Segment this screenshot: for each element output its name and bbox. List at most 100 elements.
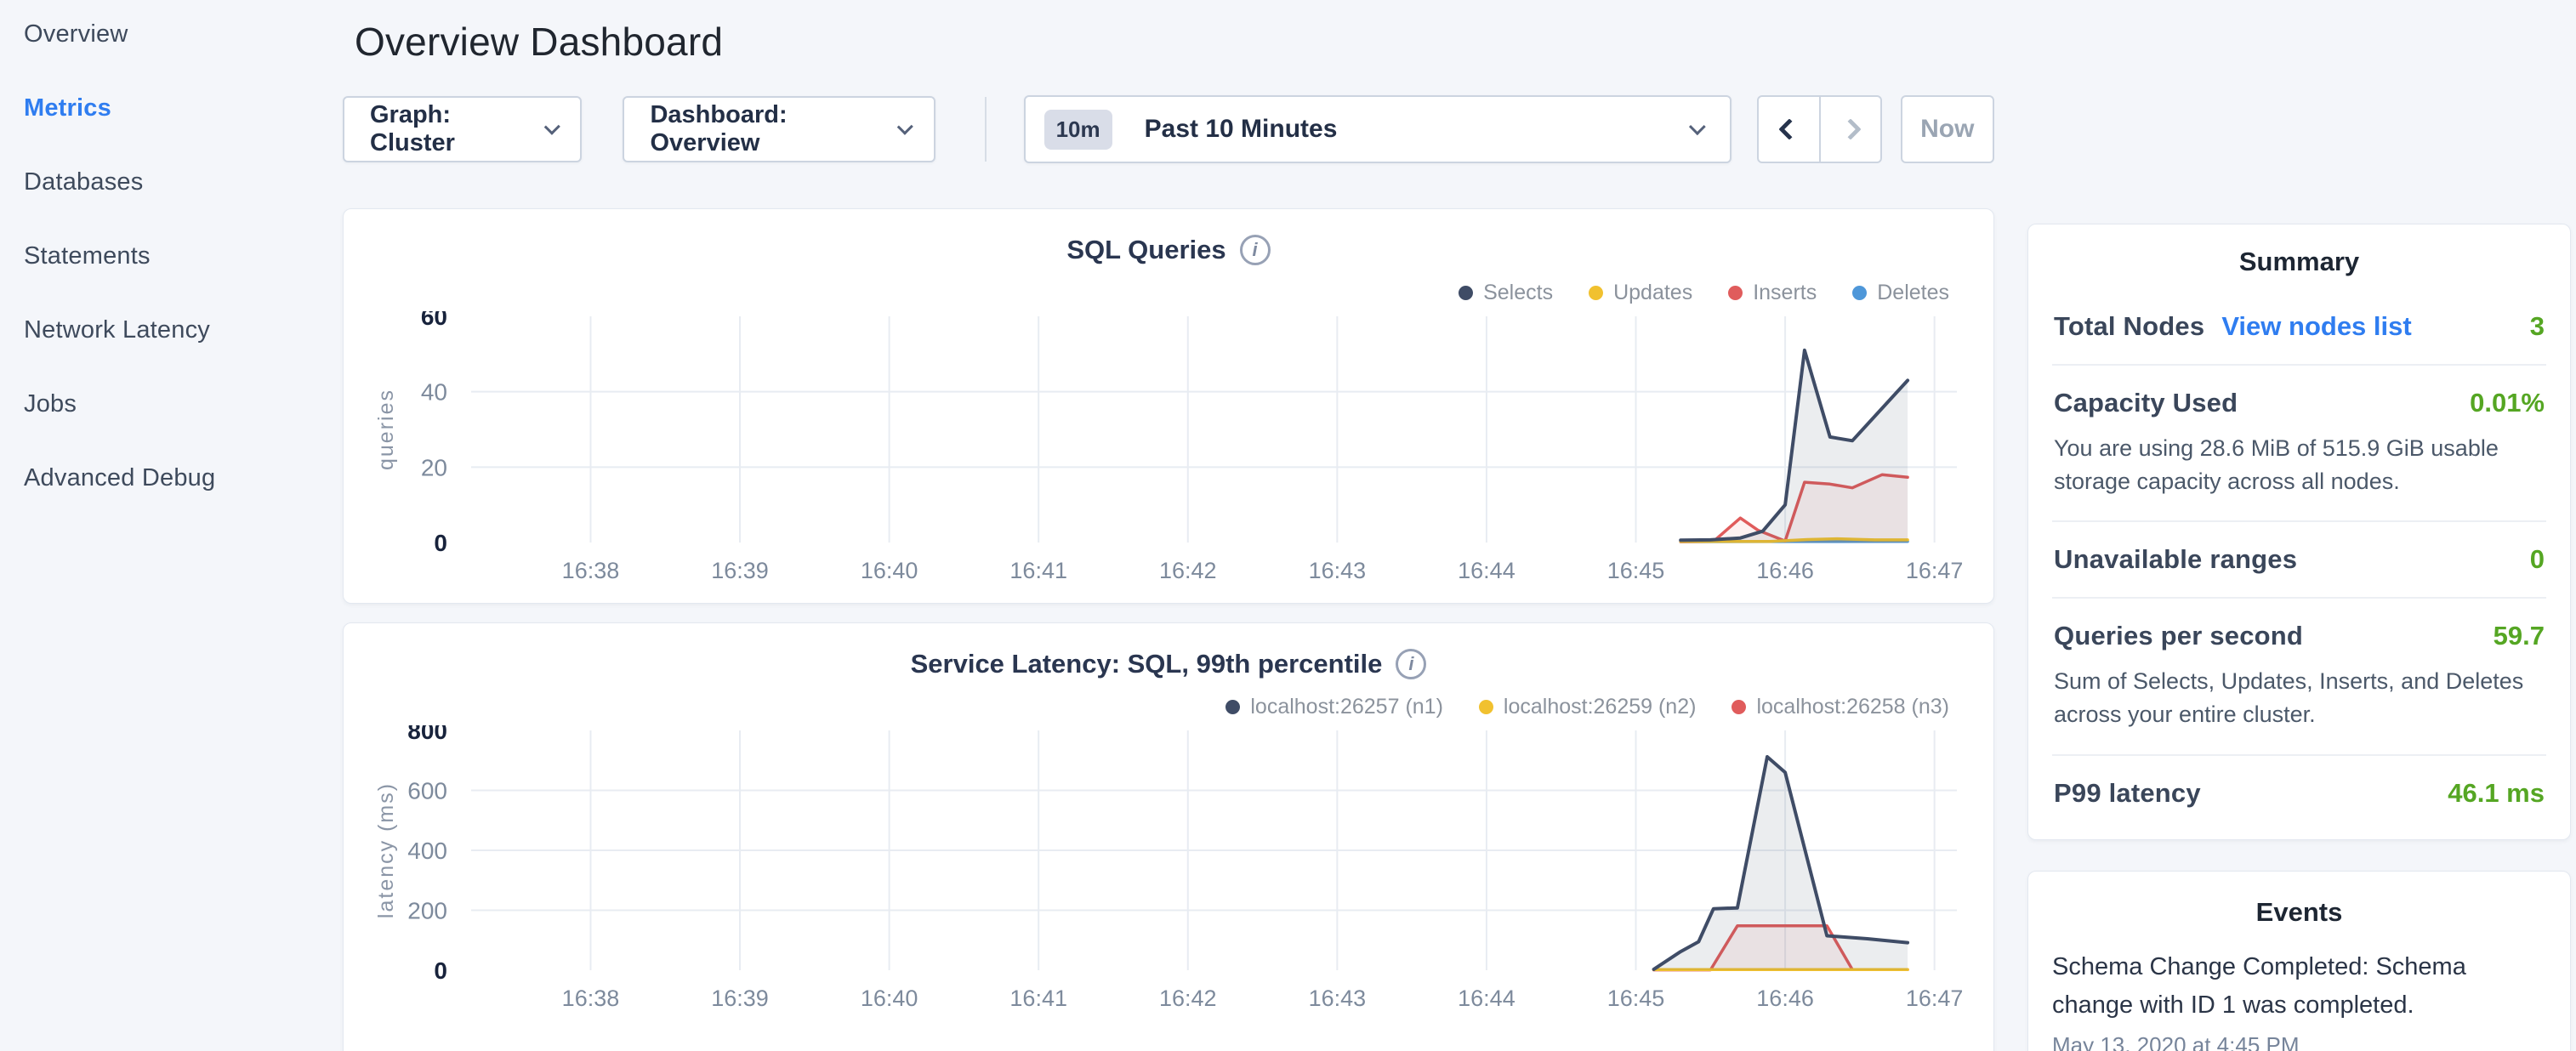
- summary-row-label: Queries per second: [2054, 621, 2303, 651]
- right-rail: Summary Total NodesView nodes list3Capac…: [2027, 224, 2571, 1051]
- svg-text:400: 400: [407, 838, 447, 864]
- svg-text:60: 60: [421, 311, 447, 330]
- legend-label: Inserts: [1753, 281, 1817, 305]
- legend-item[interactable]: Selects: [1459, 281, 1553, 305]
- summary-row: Capacity Used 0.01% You are using 28.6 MiB…: [2052, 366, 2546, 522]
- svg-text:16:44: 16:44: [1458, 558, 1515, 583]
- summary-row-label: Total Nodes: [2054, 311, 2204, 342]
- sql-queries-chart[interactable]: 020406016:3816:3916:4016:4116:4216:4316:…: [344, 311, 1994, 597]
- legend-label: localhost:26257 (n1): [1250, 695, 1443, 719]
- legend-dot-icon: [1589, 286, 1603, 300]
- page-title: Overview Dashboard: [355, 19, 1994, 65]
- svg-text:16:40: 16:40: [861, 986, 918, 1011]
- svg-text:0: 0: [434, 957, 447, 984]
- chart-title-row: Service Latency: SQL, 99th percentile i: [344, 647, 1993, 681]
- dashboard-dropdown[interactable]: Dashboard: Overview: [623, 96, 935, 162]
- chevron-down-icon: [897, 119, 913, 135]
- legend-dot-icon: [1852, 286, 1867, 300]
- time-step-back-button[interactable]: [1759, 97, 1819, 162]
- legend-item[interactable]: localhost:26257 (n1): [1225, 695, 1443, 719]
- legend-dot-icon: [1732, 700, 1746, 714]
- svg-text:16:40: 16:40: [861, 558, 918, 583]
- event-timestamp: May 13, 2020 at 4:45 PM: [2052, 1032, 2546, 1051]
- sidebar-item-metrics[interactable]: Metrics: [24, 94, 342, 122]
- sidebar-nav: Overview Metrics Databases Statements Networ…: [0, 0, 342, 1051]
- svg-text:16:41: 16:41: [1009, 558, 1067, 583]
- svg-text:16:39: 16:39: [711, 986, 769, 1011]
- sidebar-item-databases[interactable]: Databases: [24, 168, 342, 196]
- chart-legend: localhost:26257 (n1) localhost:26259 (n2)…: [344, 693, 1949, 720]
- chevron-down-icon: [1689, 118, 1706, 135]
- chart-title-row: SQL Queries i: [344, 233, 1993, 267]
- time-step-buttons: [1757, 95, 1882, 163]
- graph-scope-dropdown[interactable]: Graph: Cluster: [343, 96, 582, 162]
- sidebar-item-overview[interactable]: Overview: [24, 20, 342, 48]
- svg-text:16:46: 16:46: [1756, 558, 1814, 583]
- legend-dot-icon: [1728, 286, 1743, 300]
- svg-text:200: 200: [407, 898, 447, 924]
- summary-row-value: 59.7: [2494, 621, 2545, 651]
- sidebar-item-network-latency[interactable]: Network Latency: [24, 316, 342, 344]
- svg-text:16:47: 16:47: [1906, 558, 1964, 583]
- svg-text:16:46: 16:46: [1756, 986, 1814, 1011]
- svg-text:16:44: 16:44: [1458, 986, 1515, 1011]
- sidebar-item-jobs[interactable]: Jobs: [24, 390, 342, 418]
- view-nodes-list-link[interactable]: View nodes list: [2221, 311, 2411, 342]
- legend-label: Selects: [1483, 281, 1553, 305]
- summary-card: Summary Total NodesView nodes list3Capac…: [2027, 224, 2571, 840]
- main-content: Overview Dashboard Graph: Cluster Dashbo…: [343, 0, 1994, 1051]
- summary-row-value: 46.1 ms: [2448, 778, 2545, 809]
- svg-text:queries: queries: [374, 389, 398, 470]
- svg-text:16:38: 16:38: [562, 986, 620, 1011]
- service-latency-chart[interactable]: 020040060080016:3816:3916:4016:4116:4216…: [344, 725, 1994, 1025]
- svg-text:16:43: 16:43: [1309, 986, 1367, 1011]
- summary-heading: Summary: [2052, 247, 2546, 277]
- svg-text:40: 40: [421, 379, 447, 406]
- svg-text:16:45: 16:45: [1607, 986, 1665, 1011]
- toolbar-divider: [985, 97, 987, 162]
- legend-dot-icon: [1479, 700, 1493, 714]
- sidebar-item-advanced-debug[interactable]: Advanced Debug: [24, 464, 342, 492]
- svg-text:0: 0: [434, 530, 447, 556]
- legend-label: localhost:26259 (n2): [1504, 695, 1697, 719]
- time-step-forward-button[interactable]: [1819, 97, 1879, 162]
- chevron-down-icon: [543, 119, 560, 135]
- summary-row: Queries per second 59.7 Sum of Selects, Up…: [2052, 599, 2546, 755]
- time-range-badge: 10m: [1044, 110, 1112, 150]
- events-card: Events Schema Change Completed: Schema c…: [2027, 871, 2571, 1051]
- summary-row: Total NodesView nodes list3: [2052, 289, 2546, 366]
- info-icon[interactable]: i: [1396, 649, 1426, 679]
- summary-row-label: Unavailable ranges: [2054, 544, 2297, 575]
- legend-item[interactable]: Deletes: [1852, 281, 1949, 305]
- time-range-dropdown[interactable]: 10m Past 10 Minutes: [1024, 95, 1732, 163]
- svg-text:16:43: 16:43: [1309, 558, 1367, 583]
- summary-row-label: Capacity Used: [2054, 388, 2238, 418]
- svg-text:16:42: 16:42: [1159, 558, 1217, 583]
- legend-item[interactable]: localhost:26258 (n3): [1732, 695, 1949, 719]
- legend-label: Deletes: [1877, 281, 1949, 305]
- summary-row: Unavailable ranges0: [2052, 522, 2546, 599]
- svg-text:600: 600: [407, 778, 447, 804]
- dashboard-dropdown-label: Dashboard: Overview: [650, 101, 876, 157]
- info-icon[interactable]: i: [1240, 235, 1271, 265]
- summary-row-description: Sum of Selects, Updates, Inserts, and De…: [2054, 665, 2545, 731]
- legend-item[interactable]: Updates: [1589, 281, 1692, 305]
- summary-row-description: You are using 28.6 MiB of 515.9 GiB usab…: [2054, 432, 2545, 498]
- graph-scope-dropdown-label: Graph: Cluster: [370, 101, 524, 157]
- chart-title: Service Latency: SQL, 99th percentile: [911, 649, 1383, 679]
- service-latency-chart-card: Service Latency: SQL, 99th percentile i …: [343, 622, 1994, 1051]
- chart-legend: Selects Updates Inserts Deletes: [344, 279, 1949, 306]
- chevron-right-icon: [1840, 118, 1861, 139]
- toolbar: Graph: Cluster Dashboard: Overview 10m P…: [343, 95, 1994, 163]
- sidebar-item-statements[interactable]: Statements: [24, 242, 342, 270]
- svg-text:800: 800: [407, 725, 447, 744]
- now-button[interactable]: Now: [1901, 95, 1994, 163]
- svg-text:20: 20: [421, 454, 447, 480]
- summary-row: P99 latency46.1 ms: [2052, 756, 2546, 831]
- legend-label: Updates: [1613, 281, 1692, 305]
- event-message: Schema Change Completed: Schema change w…: [2052, 948, 2516, 1025]
- legend-item[interactable]: Inserts: [1728, 281, 1817, 305]
- legend-item[interactable]: localhost:26259 (n2): [1479, 695, 1697, 719]
- svg-text:16:38: 16:38: [562, 558, 620, 583]
- summary-row-value: 0.01%: [2470, 388, 2545, 418]
